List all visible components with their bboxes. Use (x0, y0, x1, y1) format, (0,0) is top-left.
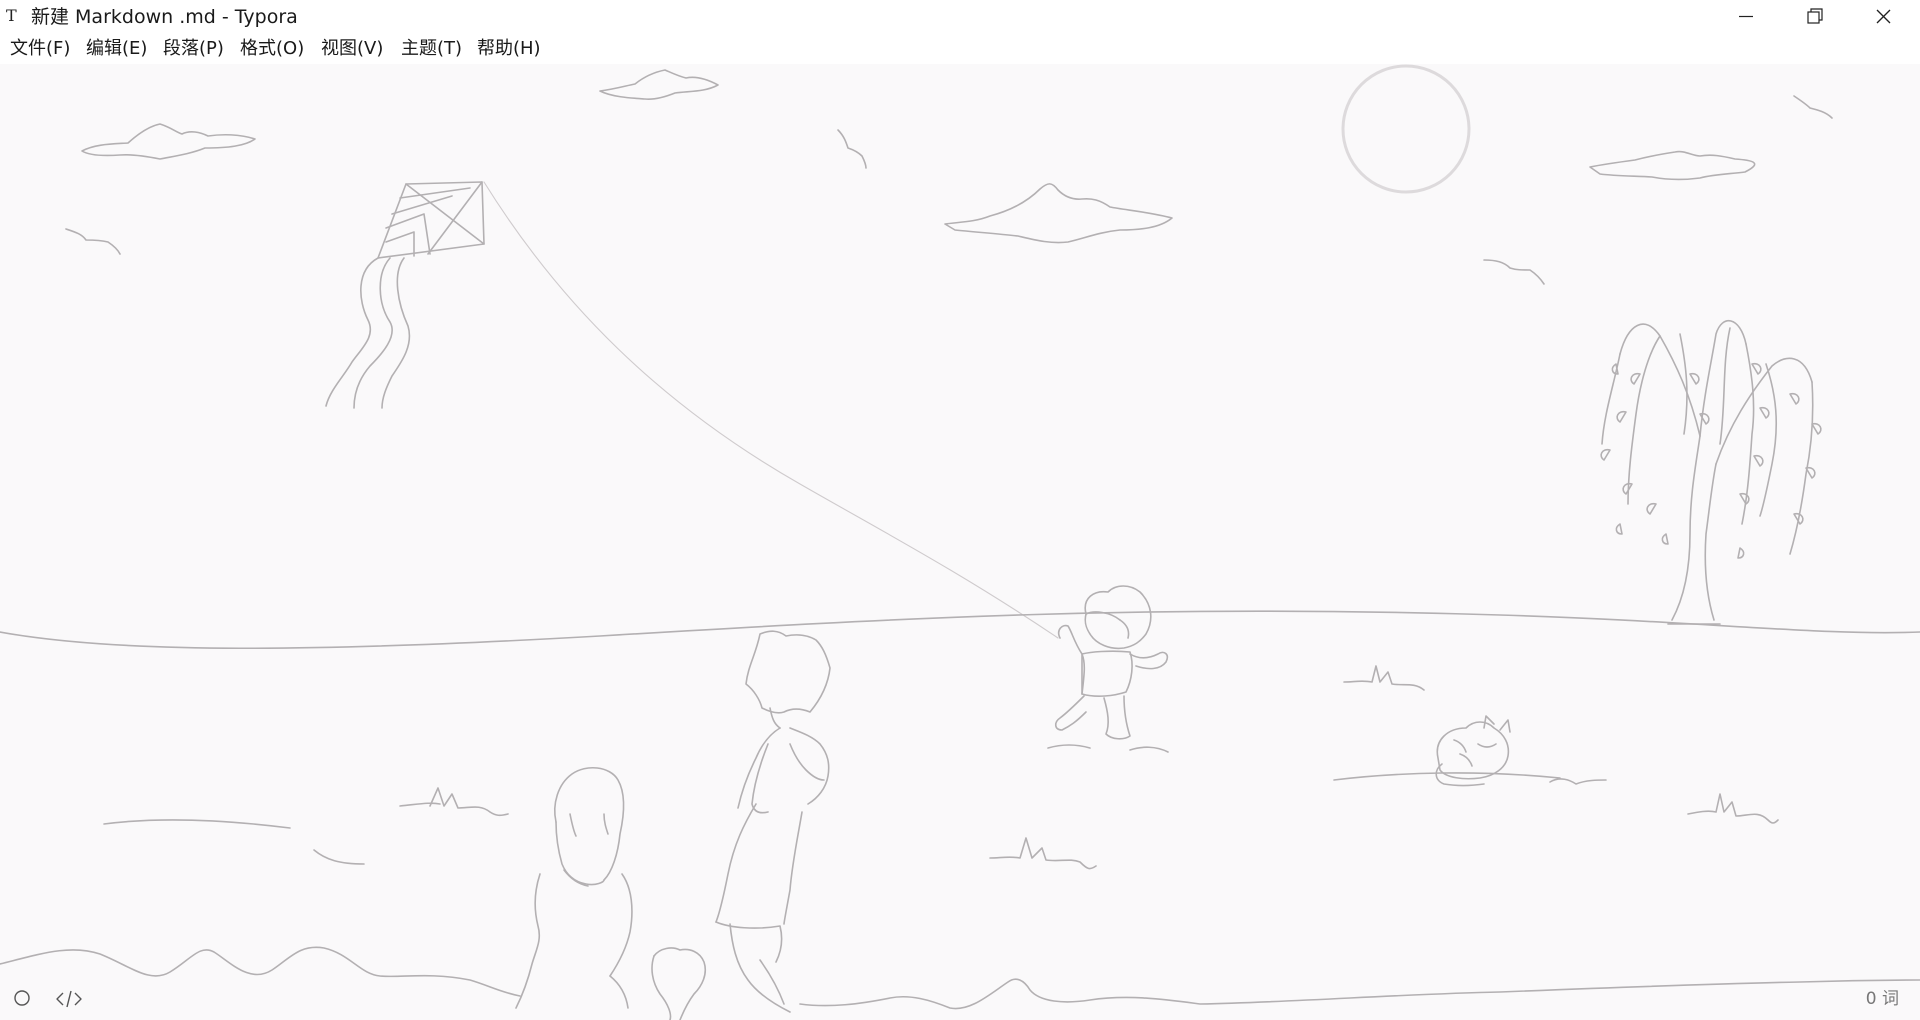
minimize-icon (1739, 15, 1753, 18)
menu-edit[interactable]: 编辑(E) (84, 38, 149, 60)
typora-window: T 新建 Markdown .md - Typora 文件(F) 编辑(E) 段… (0, 0, 1920, 1020)
markdown-write-area[interactable] (0, 64, 1920, 1020)
restore-icon (1807, 8, 1823, 24)
window-title: 新建 Markdown .md - Typora (31, 6, 298, 28)
menu-themes[interactable]: 主题(T) (399, 38, 464, 60)
restore-button[interactable] (1779, 0, 1849, 34)
word-count[interactable]: 0 词 (1866, 988, 1899, 1010)
title-bar[interactable]: T 新建 Markdown .md - Typora (0, 0, 1920, 34)
menu-view[interactable]: 视图(V) (319, 38, 385, 60)
close-button[interactable] (1849, 0, 1919, 34)
menu-bar: 文件(F) 编辑(E) 段落(P) 格式(O) 视图(V) 主题(T) 帮助(H… (0, 34, 1920, 64)
editor-area[interactable] (0, 64, 1920, 1020)
close-icon (1876, 9, 1891, 24)
menu-file[interactable]: 文件(F) (8, 38, 72, 60)
code-icon[interactable] (55, 988, 83, 1010)
status-bar: 0 词 (0, 980, 1920, 1020)
typora-app-icon: T (6, 6, 17, 25)
menu-paragraph[interactable]: 段落(P) (161, 38, 226, 60)
menu-format[interactable]: 格式(O) (238, 38, 306, 60)
circle-icon[interactable] (12, 988, 34, 1010)
menu-help[interactable]: 帮助(H) (475, 38, 543, 60)
minimize-button[interactable] (1709, 0, 1779, 34)
